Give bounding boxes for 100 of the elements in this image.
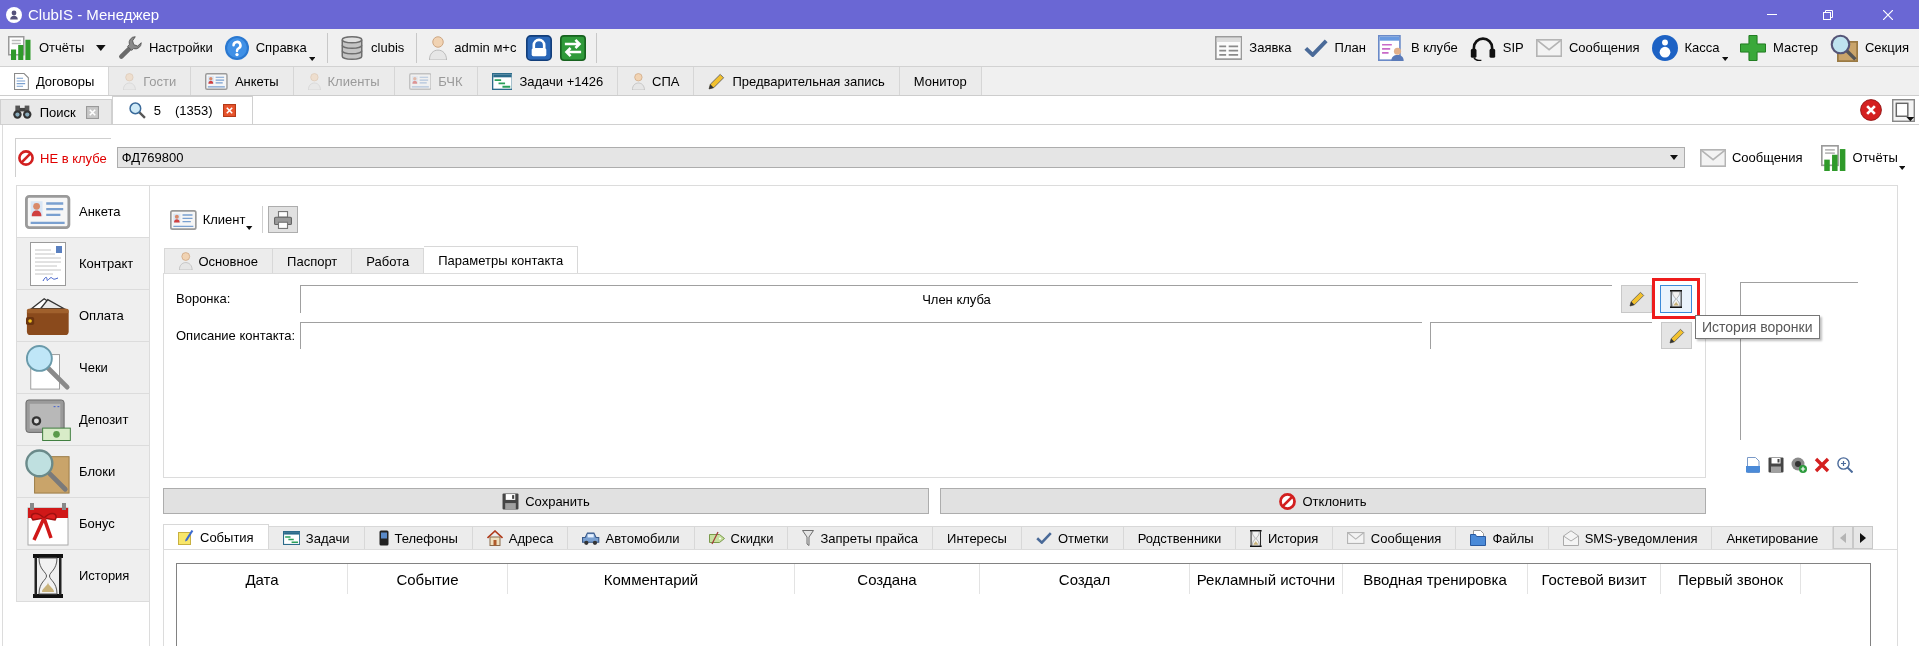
toolbar-button[interactable]: Касса [1645, 31, 1734, 64]
close-icon[interactable] [85, 105, 99, 119]
zoom-in-icon[interactable] [1837, 457, 1853, 473]
toolbar-button[interactable]: Настройки [111, 31, 219, 64]
toolbar-button[interactable]: Сообщения [1529, 31, 1646, 64]
column-header[interactable]: Дата [177, 564, 348, 594]
print-button[interactable] [267, 206, 298, 233]
tab[interactable]: Родственники [1123, 526, 1237, 549]
envelope-icon [1347, 532, 1365, 544]
funnel-field[interactable]: Член клуба [300, 284, 1612, 313]
save-button[interactable]: Сохранить [163, 488, 929, 514]
user-circle-icon [1651, 34, 1678, 61]
envelope-icon [1535, 38, 1562, 57]
webcam-icon[interactable] [1791, 457, 1807, 473]
history-button[interactable] [1660, 284, 1692, 313]
person-icon [307, 72, 321, 90]
tab[interactable]: Анкетирование [1712, 526, 1834, 549]
column-header[interactable]: Рекламный источни [1190, 564, 1343, 594]
wrench-icon [117, 35, 142, 60]
tab[interactable]: Сообщения [1333, 526, 1457, 549]
tab[interactable]: Работа [352, 248, 425, 273]
column-header[interactable]: Создана [795, 564, 980, 594]
toolbar-button[interactable]: Мастер [1733, 31, 1824, 64]
id-card-icon [205, 72, 228, 90]
close-icon[interactable] [222, 104, 236, 117]
tab[interactable]: Предварительная запись [694, 67, 900, 95]
magnifier-icon [128, 102, 146, 119]
pencil-icon [708, 72, 726, 90]
person-icon [179, 252, 193, 270]
tab[interactable]: Телефоны [364, 526, 473, 549]
tab[interactable]: Задачи +1426 [477, 67, 619, 95]
toolbar-button[interactable]: Справка [218, 31, 322, 64]
sidebar-item[interactable]: Контракт [16, 238, 149, 290]
column-header[interactable]: Первый звонок [1661, 564, 1801, 594]
tab[interactable]: История [1236, 526, 1334, 549]
tab[interactable]: Монитор [899, 67, 982, 95]
sidebar-item[interactable]: Депозит [16, 394, 149, 446]
sidebar-item[interactable]: История [16, 550, 149, 602]
sidebar-item[interactable]: Чеки [16, 342, 149, 394]
edit-button[interactable] [1621, 284, 1652, 313]
restore-icon[interactable] [1823, 9, 1833, 20]
tab[interactable]: События [163, 524, 269, 549]
tab[interactable]: Запреты прайса [788, 526, 934, 549]
toolbar-button[interactable]: admin м+с [423, 31, 523, 64]
tab[interactable]: Интересы [933, 526, 1022, 549]
close-circle-icon[interactable] [1860, 99, 1882, 121]
tab[interactable]: Анкеты [191, 67, 294, 95]
column-header[interactable]: Событие [348, 564, 508, 594]
column-header[interactable]: Создал [980, 564, 1190, 594]
tab[interactable]: Параметры контакта [424, 246, 579, 273]
tab[interactable]: Договоры [0, 67, 110, 95]
plus-icon [1739, 34, 1766, 61]
tab[interactable]: Паспорт [273, 248, 353, 273]
padlock-icon[interactable] [526, 34, 553, 61]
sidebar-item[interactable]: Блоки [16, 446, 149, 498]
id-card-icon [25, 194, 71, 229]
window-list-icon[interactable] [1892, 98, 1915, 122]
sidebar-item[interactable]: Бонус [16, 498, 149, 550]
swap-arrows-icon[interactable] [560, 34, 587, 61]
toolbar-button[interactable]: clubis [334, 31, 411, 64]
person-icon [123, 72, 137, 90]
gift-icon [26, 501, 70, 546]
database-icon [340, 35, 365, 60]
magnifier-page-icon [25, 344, 71, 391]
tab[interactable]: Автомобили [568, 526, 695, 549]
tab[interactable]: Скидки [694, 526, 789, 549]
sidebar-item[interactable]: Анкета [16, 186, 149, 238]
scroll-right-button[interactable] [1853, 526, 1874, 549]
toolbar-button[interactable]: План [1297, 31, 1372, 64]
toolbar-button[interactable]: В клубе [1371, 31, 1464, 64]
column-header[interactable]: Комментарий [508, 564, 795, 594]
tab[interactable]: Отметки [1021, 526, 1124, 549]
file-icon[interactable] [1745, 457, 1761, 473]
edit-button[interactable] [1661, 322, 1692, 349]
card-number-dropdown[interactable]: ФД769800 [116, 147, 1685, 168]
status-text: НЕ в клубе [40, 150, 107, 166]
person-icon [429, 35, 448, 60]
list-icon [1214, 35, 1243, 60]
column-header[interactable]: Гостевой визит [1528, 564, 1661, 594]
house-icon [486, 530, 503, 546]
tab[interactable]: СПА [618, 67, 695, 95]
toolbar-button[interactable]: Секция [1823, 31, 1915, 64]
toolbar-button[interactable]: Отчёты [2, 31, 112, 64]
tab[interactable]: Файлы [1456, 526, 1549, 549]
toolbar-button[interactable]: Отчёты [1817, 142, 1909, 173]
tab[interactable]: Адреса [472, 526, 569, 549]
sidebar-item[interactable]: Оплата [16, 290, 149, 342]
toolbar-button[interactable]: Сообщения [1696, 142, 1806, 173]
document-tab[interactable]: Поиск [0, 99, 112, 124]
toolbar-button[interactable]: Заявка [1208, 31, 1298, 64]
tab[interactable]: SMS-уведомления [1548, 526, 1713, 549]
tab[interactable]: Задачи [268, 526, 365, 549]
magnifier-box-icon [25, 448, 71, 495]
delete-icon[interactable] [1814, 457, 1830, 473]
tab[interactable]: Основное [164, 248, 274, 273]
reject-button[interactable]: Отклонить [940, 488, 1706, 514]
client-menu-button[interactable]: Клиент [170, 206, 257, 233]
column-header[interactable]: Вводная тренировка [1343, 564, 1528, 594]
document-tab[interactable]: 5 (1353) [111, 96, 253, 124]
toolbar-button[interactable]: SIP [1463, 31, 1530, 64]
